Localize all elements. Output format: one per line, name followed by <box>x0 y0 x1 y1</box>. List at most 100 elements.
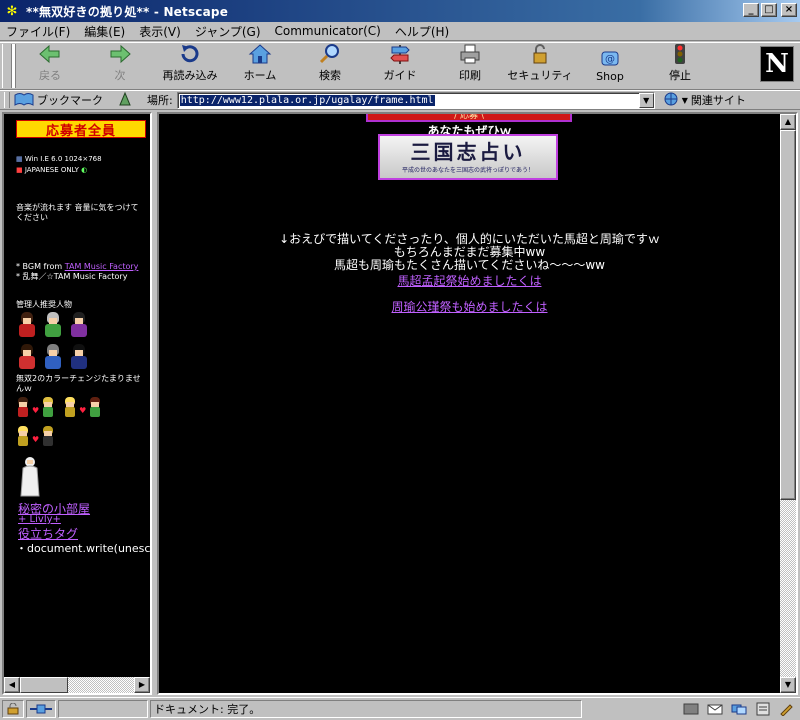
menu-edit[interactable]: 編集(E) <box>84 23 125 40</box>
scroll-track[interactable] <box>20 677 134 693</box>
menu-view[interactable]: 表示(V) <box>139 23 181 40</box>
main-frame: / 応募 \ あなたもぜひｗ 三国志占い 平成の世のあなたを三国志の武将っぽりで… <box>157 112 798 695</box>
scroll-thumb[interactable] <box>20 677 68 693</box>
sprite-row-3: ♥ ♥ <box>16 397 102 419</box>
location-toolbar: ブックマーク 場所: http://www12.plala.or.jp/ugal… <box>0 90 800 110</box>
forward-button[interactable]: 次 <box>86 43 154 87</box>
bookmark-book-icon <box>14 92 34 109</box>
menu-communicator[interactable]: Communicator(C) <box>275 24 381 38</box>
related-sites-label: 関連サイト <box>690 94 746 107</box>
toolbar-grip[interactable] <box>2 44 12 88</box>
back-arrow-icon <box>37 43 63 65</box>
newsgroup-icon[interactable] <box>730 701 748 717</box>
related-dropdown-icon: ▼ <box>681 95 688 105</box>
mini-sprite <box>63 397 77 419</box>
spec-text: Win I.E 6.0 1024×768 <box>24 155 102 163</box>
main-vertical-scrollbar[interactable]: ▲ ▼ <box>780 114 796 693</box>
back-button[interactable]: 戻る <box>16 43 84 87</box>
fortune-title: 三国志占い <box>410 139 526 164</box>
printer-icon <box>457 43 483 65</box>
sangokushi-fortune-banner[interactable]: 三国志占い 平成の世のあなたを三国志の武将っぽりであう！ <box>378 134 558 180</box>
back-label: 戻る <box>39 69 61 82</box>
home-label: ホーム <box>243 69 277 82</box>
security-button[interactable]: セキュリティ <box>506 43 574 87</box>
scroll-thumb[interactable] <box>780 130 796 500</box>
scroll-left-button[interactable]: ◀ <box>4 677 20 693</box>
zhouyu-festival-link[interactable]: 周瑜公瑾祭も始めましたくは <box>391 300 547 314</box>
sprite-row-1 <box>16 310 90 340</box>
scroll-right-button[interactable]: ▶ <box>134 677 150 693</box>
bgm-credit: * BGM from TAM Music Factory * 乱舞／☆TAM M… <box>16 262 144 282</box>
mini-sprite <box>16 426 30 448</box>
scroll-up-button[interactable]: ▲ <box>780 114 796 130</box>
recommend-title: 管理人推奨人物 <box>16 300 72 309</box>
guide-signpost-icon <box>387 43 413 65</box>
reload-label: 再読み込み <box>162 69 218 82</box>
mail-icon[interactable] <box>706 701 724 717</box>
audio-warning: 音楽が流れます 音量に気をつけてください <box>16 203 139 222</box>
netscape-logo-letter: N <box>765 49 789 79</box>
mini-sprite <box>41 397 55 419</box>
machao-festival-link[interactable]: 馬超孟起祭始めましたくは <box>397 274 541 288</box>
connection-status-icon[interactable] <box>26 700 56 718</box>
character-sprite <box>68 342 90 372</box>
security-status-icon[interactable] <box>2 700 24 718</box>
search-button[interactable]: 検索 <box>296 43 364 87</box>
print-button[interactable]: 印刷 <box>436 43 504 87</box>
url-input[interactable]: http://www12.plala.or.jp/ugalay/frame.ht… <box>176 91 655 109</box>
message-line-3: 馬超も周瑜もたくさん描いてくださいね～～～ww <box>334 258 605 272</box>
forward-arrow-icon <box>107 43 133 65</box>
bookmarks-button[interactable]: ブックマーク <box>14 92 103 109</box>
stop-button[interactable]: 停止 <box>646 43 714 87</box>
related-sites-button[interactable]: ▼ 関連サイト <box>663 91 746 110</box>
home-icon <box>247 43 273 65</box>
location-grip[interactable] <box>4 92 10 108</box>
guide-label: ガイド <box>383 69 417 82</box>
reload-icon <box>177 43 203 65</box>
composer-icon[interactable] <box>778 701 796 717</box>
sprite-row-4: ♥ <box>16 426 55 448</box>
sprite-row-2 <box>16 342 90 372</box>
netscape-logo[interactable]: N <box>760 46 794 82</box>
lang-line: ■ JAPANESE ONLY ◐ <box>16 166 88 174</box>
heart-icon: ♥ <box>32 435 40 444</box>
related-globe-icon <box>663 91 681 110</box>
color-change-note: 無双2のカラーチェンジたまりませんｗ <box>16 374 141 393</box>
livly-link[interactable]: + Livly+ <box>18 514 61 525</box>
home-button[interactable]: ホーム <box>226 43 294 87</box>
reload-button[interactable]: 再読み込み <box>156 43 224 87</box>
lang-text: JAPANESE ONLY <box>24 166 79 174</box>
character-sprite <box>42 310 64 340</box>
netscape-app-icon[interactable]: ✻ <box>4 3 20 19</box>
applicants-banner[interactable]: 応募者全員 <box>16 120 146 139</box>
script-leak-text: ・document.write(unesca <box>16 542 152 555</box>
guide-button[interactable]: ガイド <box>366 43 434 87</box>
heart-icon: ♥ <box>79 406 87 415</box>
padlock-icon <box>527 43 553 65</box>
menu-help[interactable]: ヘルプ(H) <box>395 23 449 40</box>
mini-sprite <box>88 397 102 419</box>
location-label: 場所: <box>147 94 173 107</box>
navigator-icon[interactable] <box>682 701 700 717</box>
minimize-button[interactable]: _ <box>743 3 759 17</box>
menu-go[interactable]: ジャンプ(G) <box>195 23 261 40</box>
tam-music-link[interactable]: TAM Music Factory <box>65 262 139 271</box>
page-proxy-icon[interactable] <box>117 91 133 110</box>
status-text: ドキュメント: 完了。 <box>150 700 582 718</box>
url-dropdown-button[interactable]: ▼ <box>638 92 654 108</box>
window-title: **無双好きの拠り処** - Netscape <box>26 4 229 19</box>
top-banner-image[interactable]: / 応募 \ <box>366 114 572 122</box>
mini-sprite <box>41 426 55 448</box>
menu-file[interactable]: ファイル(F) <box>6 23 70 40</box>
stop-traffic-light-icon <box>667 43 693 65</box>
left-horizontal-scrollbar[interactable]: ◀ ▶ <box>4 677 150 693</box>
machao-link-line: 馬超孟起祭始めましたくは <box>159 272 780 289</box>
character-sprite <box>68 310 90 340</box>
mini-sprite <box>16 397 30 419</box>
scroll-down-button[interactable]: ▼ <box>780 677 796 693</box>
maximize-button[interactable]: □ <box>761 3 777 17</box>
address-book-icon[interactable] <box>754 701 772 717</box>
zhouyu-link-line: 周瑜公瑾祭も始めましたくは <box>159 298 780 315</box>
close-button[interactable]: × <box>781 3 797 17</box>
shop-button[interactable]: @ Shop <box>576 43 644 87</box>
